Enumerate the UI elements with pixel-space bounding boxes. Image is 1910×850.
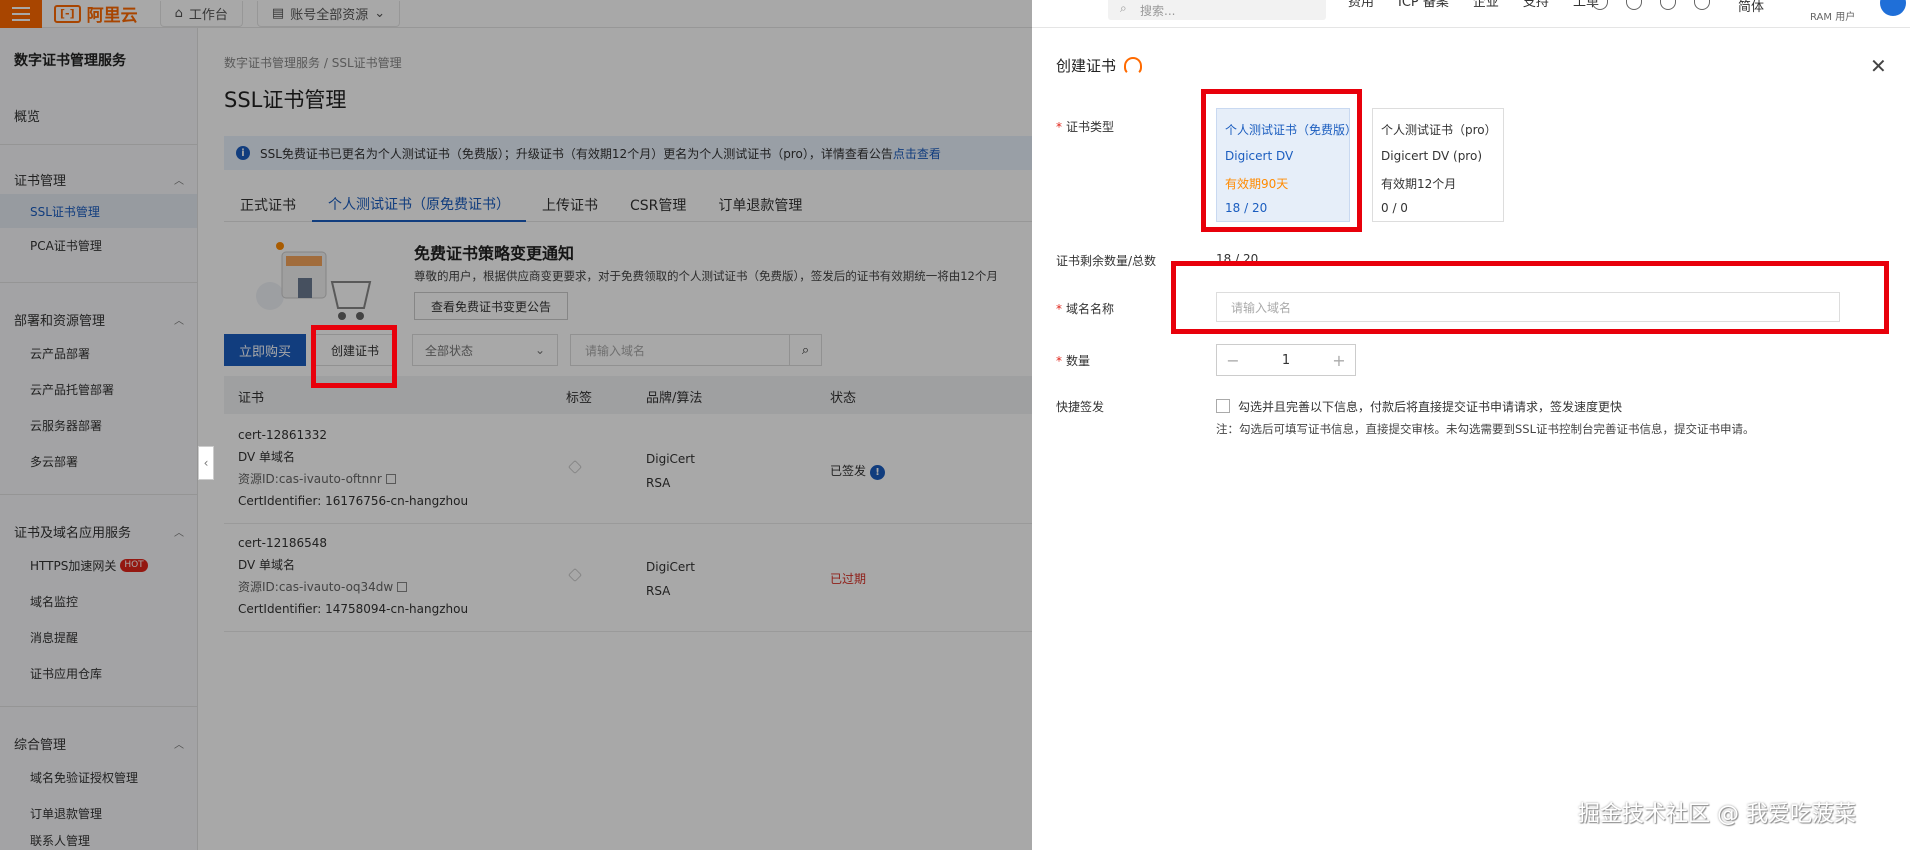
card-validity: 有效期12个月: [1381, 177, 1457, 191]
annotation-box-cert-type: [1201, 89, 1362, 232]
terminal-icon[interactable]: [1592, 0, 1608, 10]
avatar[interactable]: [1880, 0, 1906, 16]
decrement-button[interactable]: −: [1217, 345, 1249, 375]
domain-label-text: 域名名称: [1066, 302, 1115, 316]
quantity-label: * 数量: [1056, 352, 1090, 369]
search-icon: ⌕: [1120, 1, 1127, 15]
card-count: 0 / 0: [1381, 201, 1408, 215]
quick-issue-checkbox[interactable]: [1216, 399, 1230, 413]
card-brand: Digicert DV (pro): [1381, 149, 1483, 163]
quick-issue-note: 注：勾选后可填写证书信息，直接提交审核。未勾选需要到SSL证书控制台完善证书信息…: [1216, 422, 1755, 436]
chevron-left-icon[interactable]: ‹: [198, 446, 214, 480]
quick-issue-description: 勾选并且完善以下信息，付款后将直接提交证书申请请求，签发速度更快: [1238, 400, 1623, 414]
remaining-label: 证书剩余数量/总数: [1056, 254, 1157, 268]
quantity-label-text: 数量: [1066, 354, 1091, 368]
drawer-title: 创建证书: [1056, 55, 1143, 76]
card-title: 个人测试证书（pro）: [1381, 123, 1497, 137]
cert-type-card-pro[interactable]: 个人测试证书（pro） Digicert DV (pro) 有效期12个月 0 …: [1372, 108, 1504, 222]
domain-label: * 域名名称: [1056, 300, 1114, 317]
modal-overlay[interactable]: [0, 0, 1032, 850]
watermark: 掘金技术社区 @ 我爱吃菠菜: [1578, 802, 1856, 827]
drawer-title-text: 创建证书: [1056, 57, 1117, 75]
top-links: 费用 ICP 备案 企业 支持 工单: [1348, 0, 1599, 12]
required-mark: *: [1056, 302, 1062, 316]
increment-button[interactable]: +: [1323, 345, 1355, 375]
top-link-support[interactable]: 支持: [1523, 0, 1549, 12]
cert-type-label: * 证书类型: [1056, 118, 1114, 135]
quantity-value[interactable]: 1: [1282, 353, 1290, 368]
top-link-fees[interactable]: 费用: [1348, 0, 1374, 12]
headset-icon[interactable]: [1124, 56, 1143, 75]
quick-issue-label: 快捷签发: [1056, 400, 1105, 414]
help-icon[interactable]: [1660, 0, 1676, 10]
assistant-icon[interactable]: [1694, 0, 1710, 10]
top-icon-group: [1592, 0, 1710, 10]
create-cert-drawer: 创建证书 ✕ * 证书类型 个人测试证书（免费版） Digicert DV 有效期…: [1032, 28, 1910, 850]
global-search-placeholder: 搜索...: [1140, 3, 1176, 18]
annotation-box-create-button: [311, 325, 397, 388]
close-icon[interactable]: ✕: [1870, 54, 1887, 78]
quantity-stepper: − 1 +: [1216, 344, 1356, 376]
top-link-enterprise[interactable]: 企业: [1473, 0, 1499, 12]
language-switch[interactable]: 简体: [1738, 0, 1764, 15]
required-mark: *: [1056, 354, 1062, 368]
top-link-icp[interactable]: ICP 备案: [1398, 0, 1449, 12]
required-mark: *: [1056, 120, 1062, 134]
cert-type-label-text: 证书类型: [1066, 120, 1115, 134]
user-role[interactable]: RAM 用户: [1810, 8, 1855, 23]
global-search-input[interactable]: ⌕ 搜索...: [1108, 0, 1326, 20]
bell-icon[interactable]: [1626, 0, 1642, 10]
annotation-box-domain: [1171, 261, 1889, 334]
